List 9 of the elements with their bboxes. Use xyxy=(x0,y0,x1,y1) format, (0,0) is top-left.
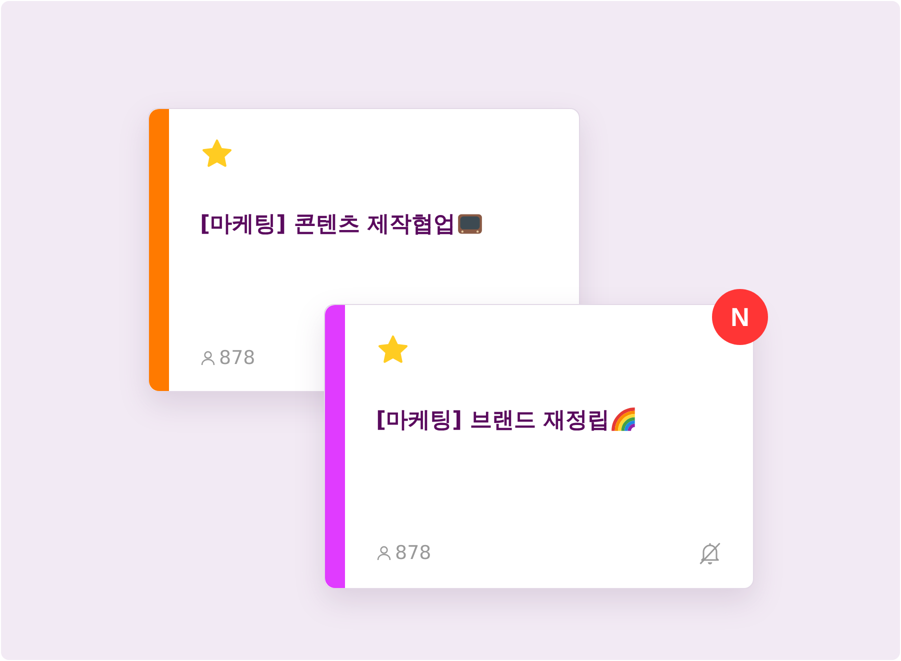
member-count: 878 xyxy=(219,347,256,369)
muted-bell-icon[interactable] xyxy=(697,540,723,566)
card-title: [마케팅] 콘텐츠 제작협업 xyxy=(200,211,456,239)
person-icon xyxy=(200,350,216,366)
card-title: [마케팅] 브랜드 재정립 xyxy=(376,407,610,435)
member-count: 878 xyxy=(395,542,432,564)
person-icon xyxy=(376,545,392,561)
rainbow-icon xyxy=(611,407,638,433)
new-badge: N xyxy=(712,289,768,345)
